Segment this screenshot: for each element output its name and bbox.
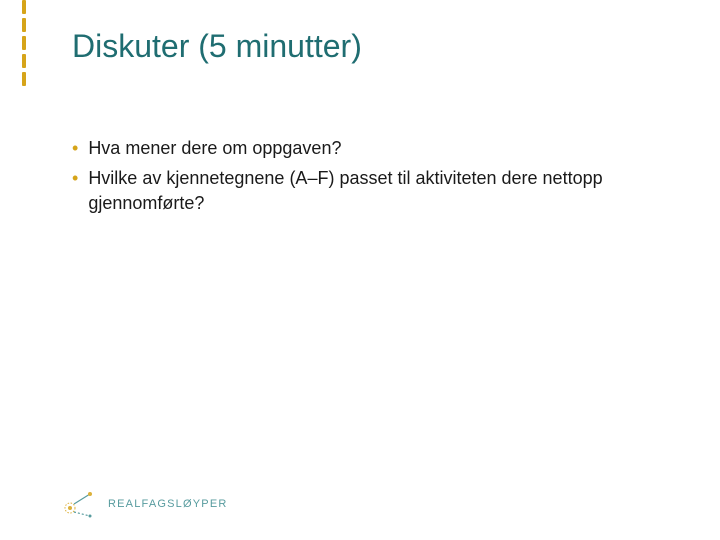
- bullet-text: Hva mener dere om oppgaven?: [88, 136, 341, 160]
- bullet-icon: •: [72, 166, 78, 190]
- bullet-icon: •: [72, 136, 78, 160]
- side-dash-decoration: [22, 0, 26, 86]
- dash-icon: [22, 18, 26, 32]
- logo-text: REALFAGSLØYPER: [108, 498, 228, 510]
- content-area: • Hva mener dere om oppgaven? • Hvilke a…: [72, 136, 660, 221]
- brand-logo: REALFAGSLØYPER: [60, 490, 228, 518]
- slide: Diskuter (5 minutter) • Hva mener dere o…: [0, 0, 720, 540]
- logo-mark-icon: [60, 490, 100, 518]
- list-item: • Hva mener dere om oppgaven?: [72, 136, 660, 160]
- list-item: • Hvilke av kjennetegnene (A–F) passet t…: [72, 166, 660, 215]
- dash-icon: [22, 36, 26, 50]
- dash-icon: [22, 72, 26, 86]
- dash-icon: [22, 54, 26, 68]
- dash-icon: [22, 0, 26, 14]
- slide-title: Diskuter (5 minutter): [72, 28, 362, 65]
- bullet-text: Hvilke av kjennetegnene (A–F) passet til…: [88, 166, 660, 215]
